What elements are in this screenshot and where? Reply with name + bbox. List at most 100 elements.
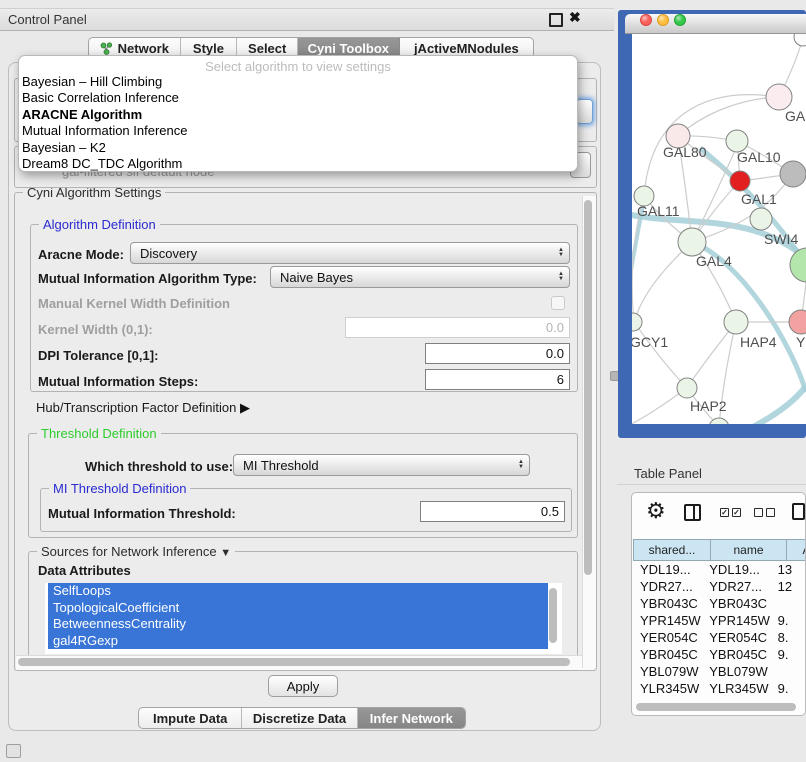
dpi-tolerance-field[interactable]: 0.0 <box>425 343 570 364</box>
network-edge[interactable] <box>678 97 779 136</box>
data-attribute-item[interactable]: gal4RGexp <box>48 633 548 650</box>
hub-definition-toggle[interactable]: Hub/Transcription Factor Definition ▶ <box>36 400 250 416</box>
table-row[interactable]: YIL052CYIL052C9. <box>633 697 806 701</box>
mi-algorithm-type-select[interactable]: Naive Bayes ▲▼ <box>270 266 570 288</box>
network-node-y[interactable] <box>789 310 806 334</box>
settings-hscrollbar-thumb[interactable] <box>18 658 570 666</box>
sources-group-title: Sources for Network Inference ▼ <box>37 544 235 559</box>
float-panel-icon[interactable] <box>549 13 563 27</box>
data-attribute-item[interactable]: BetweennessCentrality <box>48 616 548 633</box>
manual-kernel-width-label: Manual Kernel Width Definition <box>38 296 230 311</box>
column-header-name[interactable]: name <box>710 539 786 561</box>
apply-button[interactable]: Apply <box>268 675 338 697</box>
mi-steps-label: Mutual Information Steps: <box>38 374 198 389</box>
settings-vscrollbar-thumb[interactable] <box>584 200 592 575</box>
which-threshold-select[interactable]: MI Threshold ▲▼ <box>233 454 530 476</box>
table-row[interactable]: YDL19...YDL19...13 <box>633 561 806 578</box>
aracne-mode-label: Aracne Mode: <box>38 247 124 262</box>
table-cell: YBL079W <box>702 663 770 680</box>
threshold-definition-title: Threshold Definition <box>37 426 161 441</box>
table-cell: 12 <box>771 578 806 595</box>
network-node-gal4[interactable] <box>678 228 706 256</box>
table-cell: YDL19... <box>633 561 702 578</box>
close-panel-icon[interactable]: ✖ <box>569 9 581 26</box>
table-row[interactable]: YBR043CYBR043C <box>633 595 806 612</box>
table-toolbar: ⚙ ✓✓ <box>632 493 805 539</box>
kernel-width-field[interactable]: 0.0 <box>345 317 570 338</box>
network-graph[interactable]: GALGAL80GAL10GAL1GAL11SWI4GAL4GCY1HAP4YH… <box>632 34 806 424</box>
network-view-window[interactable]: GALGAL80GAL10GAL1GAL11SWI4GAL4GCY1HAP4YH… <box>618 10 806 438</box>
bottom-tab-impute-data[interactable]: Impute Data <box>139 708 242 728</box>
expanded-arrow-icon[interactable]: ▼ <box>220 547 231 559</box>
network-node[interactable] <box>780 161 806 187</box>
table-row[interactable]: YPR145WYPR145W9. <box>633 612 806 629</box>
table-cell: YPR145W <box>633 612 702 629</box>
list-scrollbar-thumb[interactable] <box>549 588 557 643</box>
algorithm-option-list: Bayesian – Hill ClimbingBasic Correlatio… <box>19 74 577 172</box>
collapsed-arrow-icon: ▶ <box>240 400 250 415</box>
node-label: GAL1 <box>741 191 777 207</box>
deselect-all-checkboxes-icon[interactable] <box>754 508 775 517</box>
aracne-mode-select[interactable]: Discovery ▲▼ <box>130 242 570 264</box>
network-canvas[interactable]: GALGAL80GAL10GAL1GAL11SWI4GAL4GCY1HAP4YH… <box>632 34 806 424</box>
network-node[interactable] <box>794 34 806 46</box>
algorithm-option[interactable]: Bayesian – Hill Climbing <box>19 74 577 90</box>
network-edge[interactable] <box>634 322 687 388</box>
network-node-hap2[interactable] <box>677 378 697 398</box>
table-body: YDL19...YDL19...13YDR27...YDR27...12YBR0… <box>633 561 806 701</box>
network-node-gal1[interactable] <box>730 171 750 191</box>
mi-steps-field[interactable]: 6 <box>425 369 570 390</box>
tab-label: Discretize Data <box>253 711 346 726</box>
node-label: GAL80 <box>663 144 707 160</box>
mi-threshold-field[interactable]: 0.5 <box>420 501 565 522</box>
algorithm-option[interactable]: Basic Correlation Inference <box>19 90 577 106</box>
table-cell: 13 <box>771 561 806 578</box>
algorithm-option[interactable]: Bayesian – K2 <box>19 140 577 156</box>
gear-icon[interactable]: ⚙ <box>646 498 666 524</box>
select-all-checkboxes-icon[interactable]: ✓✓ <box>720 508 741 517</box>
table-row[interactable]: YDR27...YDR27...12 <box>633 578 806 595</box>
table-header: shared...nameA <box>633 539 806 561</box>
table-row[interactable]: YER054CYER054C8. <box>633 629 806 646</box>
algorithm-option[interactable]: Dream8 DC_TDC Algorithm <box>19 156 577 172</box>
network-node-gal[interactable] <box>766 84 792 110</box>
split-columns-icon[interactable] <box>684 504 701 521</box>
table-cell: YPR145W <box>702 612 770 629</box>
algorithm-combobox-fragment[interactable] <box>576 99 593 124</box>
column-header-a[interactable]: A <box>786 539 806 561</box>
table-row[interactable]: YBL079WYBL079W <box>633 663 806 680</box>
data-attribute-item[interactable]: TopologicalCoefficient <box>48 600 548 617</box>
minimized-panel-icon[interactable] <box>6 744 21 758</box>
bottom-tab-infer-network[interactable]: Infer Network <box>358 708 465 728</box>
network-edge[interactable] <box>634 242 692 322</box>
network-window-titlebar[interactable] <box>625 14 806 34</box>
table-cell: YLR345W <box>702 680 770 697</box>
data-attributes-list[interactable]: SelfLoopsTopologicalCoefficientBetweenne… <box>45 583 562 654</box>
network-node-hap4[interactable] <box>724 310 748 334</box>
bottom-tab-discretize-data[interactable]: Discretize Data <box>242 708 357 728</box>
dropdown-placeholder: Select algorithm to view settings <box>19 56 577 74</box>
network-node[interactable] <box>790 248 806 282</box>
tab-label: Style <box>193 41 224 56</box>
algorithm-dropdown-popup: Select algorithm to view settings Bayesi… <box>18 55 578 172</box>
node-label: GCY1 <box>632 334 668 350</box>
table-hscrollbar-thumb[interactable] <box>636 703 796 711</box>
aracne-mode-value: Discovery <box>140 246 197 261</box>
algorithm-option[interactable]: ARACNE Algorithm <box>19 107 577 123</box>
algorithm-option[interactable]: Mutual Information Inference <box>19 123 577 139</box>
column-header-shared[interactable]: shared... <box>633 539 710 561</box>
file-icon[interactable] <box>792 503 805 520</box>
node-label: HAP4 <box>740 334 777 350</box>
zoom-traffic-light[interactable] <box>674 14 686 26</box>
table-cell: YIL052C <box>633 697 702 701</box>
manual-kernel-width-checkbox[interactable] <box>551 296 565 310</box>
minimize-traffic-light[interactable] <box>657 14 669 26</box>
table-row[interactable]: YBR045CYBR045C9. <box>633 646 806 663</box>
network-node-swi4[interactable] <box>750 208 772 230</box>
close-traffic-light[interactable] <box>640 14 652 26</box>
table-row[interactable]: YLR345WYLR345W9. <box>633 680 806 697</box>
network-node-gcy1[interactable] <box>632 313 642 331</box>
table-cell: YBR045C <box>633 646 702 663</box>
data-attribute-item[interactable]: SelfLoops <box>48 583 548 600</box>
table-cell: 8. <box>771 629 806 646</box>
